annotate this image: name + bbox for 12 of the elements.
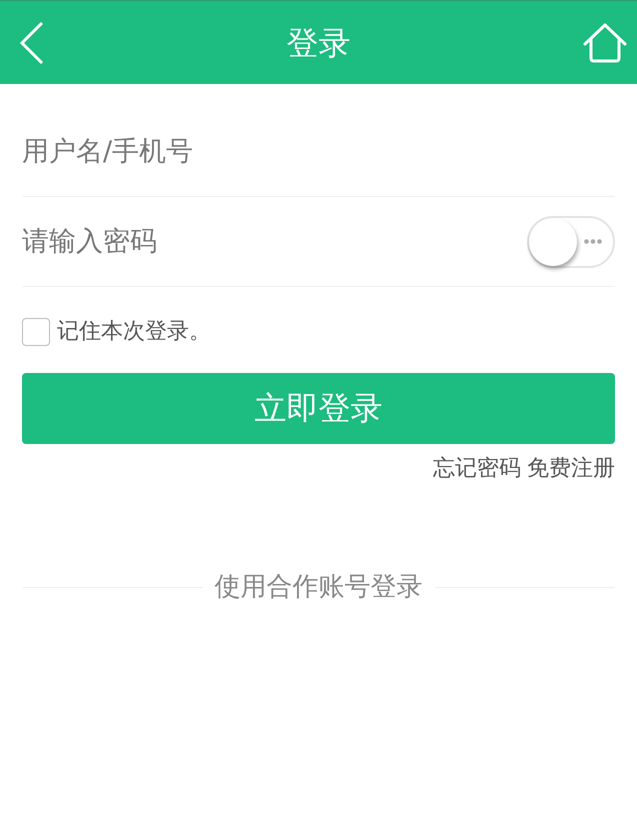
home-icon[interactable] [583, 22, 627, 62]
forgot-password-link[interactable]: 忘记密码 [433, 456, 521, 482]
register-link[interactable]: 免费注册 [527, 456, 615, 482]
password-visibility-toggle[interactable] [527, 216, 615, 268]
partner-login-heading: 使用合作账号登录 [214, 572, 424, 604]
dots-icon [584, 238, 602, 244]
remember-label: 记住本次登录。 [57, 318, 211, 346]
password-field[interactable]: 请输入密码 [22, 222, 517, 262]
back-icon[interactable] [20, 22, 44, 64]
page-title: 登录 [286, 26, 350, 58]
username-field[interactable]: 用户名/手机号 [22, 132, 615, 172]
remember-checkbox[interactable] [22, 318, 50, 346]
